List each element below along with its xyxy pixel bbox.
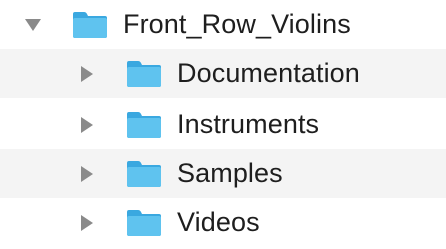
disclosure-triangle-expanded-icon[interactable] (22, 14, 44, 36)
tree-row-samples[interactable]: Samples (0, 149, 446, 198)
folder-icon (127, 160, 161, 187)
disclosure-triangle-collapsed-icon[interactable] (76, 212, 98, 234)
folder-icon (73, 11, 107, 38)
folder-icon (127, 111, 161, 138)
tree-row-label: Front_Row_Violins (123, 9, 351, 39)
disclosure-triangle-collapsed-icon[interactable] (76, 63, 98, 85)
tree-row-label: Samples (177, 158, 283, 188)
disclosure-triangle-collapsed-icon[interactable] (76, 163, 98, 185)
disclosure-triangle-collapsed-icon[interactable] (76, 114, 98, 136)
tree-row-videos[interactable]: Videos (0, 198, 446, 247)
tree-row-label: Documentation (177, 58, 360, 88)
tree-row-instruments[interactable]: Instruments (0, 100, 446, 149)
folder-icon (127, 209, 161, 236)
folder-icon (127, 60, 161, 87)
tree-row-documentation[interactable]: Documentation (0, 49, 446, 98)
tree-row-front-row-violins[interactable]: Front_Row_Violins (0, 0, 446, 49)
tree-row-label: Instruments (177, 109, 320, 139)
tree-row-label: Videos (177, 207, 260, 237)
file-tree: Front_Row_Violins Documentation Instrume… (0, 0, 446, 249)
